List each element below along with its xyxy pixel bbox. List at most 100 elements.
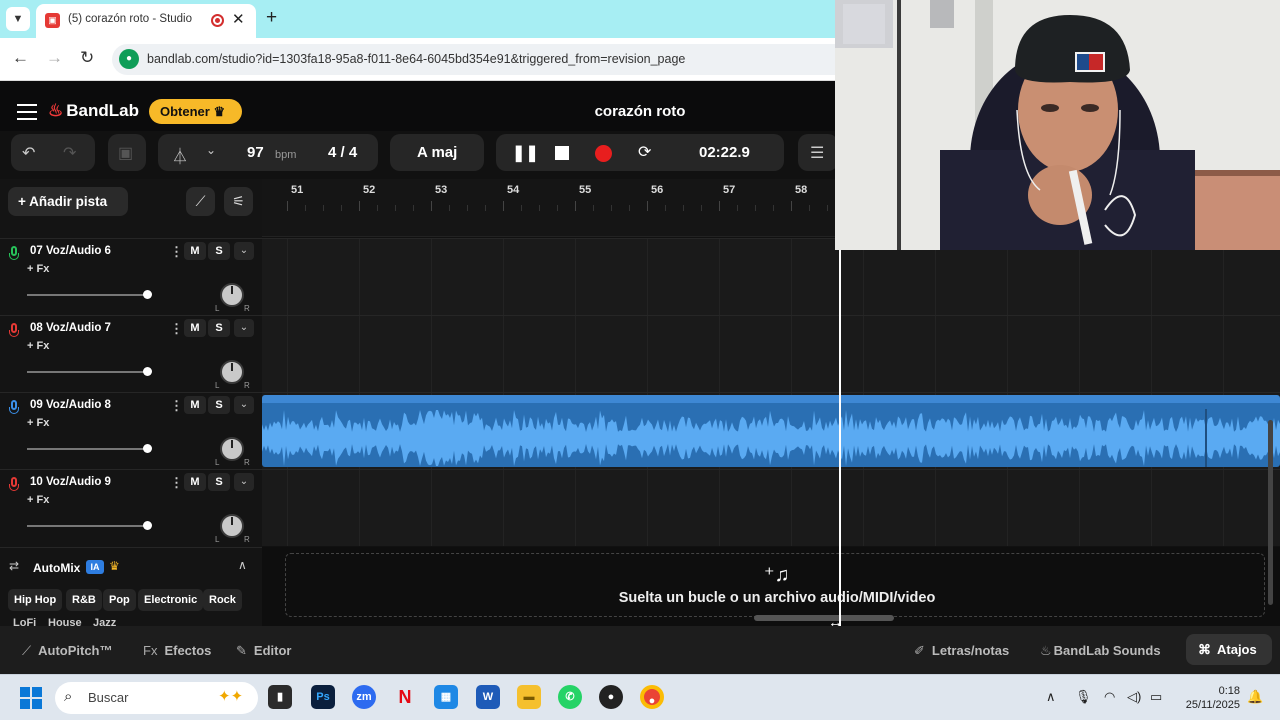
letras-button[interactable]: ✐ Letras/notas — [914, 643, 1009, 659]
add-fx-button[interactable]: + Fx — [27, 494, 49, 506]
new-tab-icon[interactable]: + — [266, 7, 277, 29]
track-options-icon[interactable]: ⋮ — [170, 244, 183, 260]
taskbar-search[interactable]: ⌕ Buscar ✦✦ — [55, 682, 258, 714]
windows-start-icon[interactable] — [20, 687, 42, 709]
genre-chip[interactable]: R&B — [66, 589, 102, 611]
horizontal-scrollbar[interactable] — [754, 615, 894, 621]
volume-slider-handle[interactable] — [143, 290, 152, 299]
mute-button[interactable]: M — [184, 319, 206, 337]
microphone-icon[interactable]: 🎙 — [1075, 689, 1092, 705]
collapse-chevron-icon[interactable]: ∧ — [238, 558, 247, 572]
efectos-button[interactable]: Fx Efectos — [143, 643, 211, 658]
pan-knob[interactable] — [220, 360, 244, 384]
track-name[interactable]: 10 Voz/Audio 9 — [30, 476, 111, 488]
tuner-icon[interactable]: ⟋ — [186, 187, 215, 216]
volume-slider[interactable] — [27, 371, 147, 373]
key-button[interactable]: A maj — [390, 134, 484, 171]
chrome-icon[interactable]: ● — [640, 685, 664, 709]
genre-chip[interactable]: Pop — [103, 589, 136, 611]
genre-chip[interactable]: Hip Hop — [8, 589, 63, 611]
stop-icon[interactable] — [555, 146, 569, 160]
browser-tab[interactable]: ▣ (5) corazón roto - Studio ✕ — [36, 4, 256, 38]
genre-chip[interactable]: Electronic — [138, 589, 204, 611]
mixer-button[interactable]: ☰ — [798, 134, 838, 171]
add-track-button[interactable]: + Añadir pista — [8, 187, 128, 216]
bandlab-logo[interactable]: ♨ BandLab — [48, 101, 139, 121]
save-icon[interactable]: ▣ — [118, 143, 133, 163]
reload-icon[interactable]: ↻ — [80, 48, 94, 68]
track-lane-08[interactable] — [262, 315, 1280, 392]
whatsapp-icon[interactable]: ✆ — [558, 685, 582, 709]
track-lane-09[interactable] — [262, 392, 1280, 469]
bandlab-sounds-button[interactable]: ♨ BandLab Sounds — [1040, 643, 1161, 659]
site-info-icon[interactable]: ● — [119, 49, 139, 69]
obtener-button[interactable]: Obtener ♛ — [149, 99, 242, 124]
battery-icon[interactable]: ▭ — [1150, 689, 1162, 705]
time-signature[interactable]: 4 / 4 — [328, 144, 357, 161]
track-options-icon[interactable]: ⋮ — [170, 398, 183, 414]
track-settings-icon[interactable]: ⚟ — [224, 187, 253, 216]
track-lane-10[interactable] — [262, 469, 1280, 546]
pan-knob[interactable] — [220, 283, 244, 307]
close-tab-icon[interactable]: ✕ — [232, 10, 245, 28]
pause-icon[interactable]: ❚❚ — [512, 143, 539, 163]
pan-knob[interactable] — [220, 514, 244, 538]
editor-button[interactable]: ✎ Editor — [236, 643, 291, 659]
vertical-scrollbar[interactable] — [1268, 420, 1273, 605]
mute-button[interactable]: M — [184, 473, 206, 491]
zoom-icon[interactable]: zm — [352, 685, 376, 709]
track-name[interactable]: 07 Voz/Audio 6 — [30, 245, 111, 257]
expand-track-chevron-icon[interactable]: ⌄ — [234, 242, 254, 260]
volume-slider-handle[interactable] — [143, 444, 152, 453]
volume-slider-handle[interactable] — [143, 367, 152, 376]
word-icon[interactable]: W — [476, 685, 500, 709]
bpm-value[interactable]: 97 — [247, 144, 264, 161]
hamburger-menu-icon[interactable] — [17, 104, 37, 125]
solo-button[interactable]: S — [208, 242, 230, 260]
mute-button[interactable]: M — [184, 242, 206, 260]
metronome-options-chevron-icon[interactable]: ⌄ — [206, 143, 216, 157]
track-name[interactable]: 08 Voz/Audio 7 — [30, 322, 111, 334]
track-header[interactable]: 10 Voz/Audio 9 + Fx ⋮ M S ⌄ L R — [0, 469, 262, 546]
pan-knob[interactable] — [220, 437, 244, 461]
add-fx-button[interactable]: + Fx — [27, 417, 49, 429]
volume-slider[interactable] — [27, 448, 147, 450]
file-explorer-icon[interactable]: ▬ — [517, 685, 541, 709]
undo-icon[interactable]: ↶ — [22, 143, 35, 163]
loop-icon[interactable]: ⟳ — [638, 142, 651, 162]
project-title[interactable]: corazón roto — [540, 103, 740, 120]
add-fx-button[interactable]: + Fx — [27, 340, 49, 352]
url-field[interactable]: ● bandlab.com/studio?id=1303fa18-95a8-f0… — [112, 44, 872, 75]
track-header[interactable]: 08 Voz/Audio 7 + Fx ⋮ M S ⌄ L R — [0, 315, 262, 392]
photoshop-icon[interactable]: Ps — [311, 685, 335, 709]
metronome-icon[interactable]: ⏃ — [172, 143, 188, 167]
autopitch-button[interactable]: ⟋ AutoPitch™ — [22, 643, 113, 659]
media-app-icon[interactable]: ● — [599, 685, 623, 709]
track-header[interactable]: 07 Voz/Audio 6 + Fx ⋮ M S ⌄ L R — [0, 238, 262, 315]
audio-clip[interactable] — [262, 395, 1280, 467]
volume-icon[interactable]: ◁) — [1127, 689, 1141, 705]
track-header[interactable]: 09 Voz/Audio 8 + Fx ⋮ M S ⌄ L R — [0, 392, 262, 469]
atajos-button[interactable]: ⌘ Atajos — [1186, 634, 1272, 665]
add-fx-button[interactable]: + Fx — [27, 263, 49, 275]
expand-track-chevron-icon[interactable]: ⌄ — [234, 319, 254, 337]
redo-icon[interactable]: ↷ — [63, 143, 76, 163]
taskbar-clock[interactable]: 0:18 25/11/2025 — [1180, 684, 1240, 712]
solo-button[interactable]: S — [208, 396, 230, 414]
mute-button[interactable]: M — [184, 396, 206, 414]
wifi-icon[interactable]: ◠ — [1104, 689, 1115, 705]
expand-track-chevron-icon[interactable]: ⌄ — [234, 473, 254, 491]
solo-button[interactable]: S — [208, 473, 230, 491]
track-options-icon[interactable]: ⋮ — [170, 321, 183, 337]
back-icon[interactable]: ← — [12, 48, 29, 68]
forward-icon[interactable]: → — [46, 48, 63, 68]
microsoft-store-icon[interactable]: ▦ — [434, 685, 458, 709]
expand-track-chevron-icon[interactable]: ⌄ — [234, 396, 254, 414]
volume-slider[interactable] — [27, 525, 147, 527]
solo-button[interactable]: S — [208, 319, 230, 337]
show-hidden-icons-chevron-icon[interactable]: ∧ — [1046, 689, 1056, 705]
record-icon[interactable] — [595, 145, 612, 162]
track-name[interactable]: 09 Voz/Audio 8 — [30, 399, 111, 411]
tab-list-dropdown-icon[interactable]: ▼ — [6, 7, 30, 31]
volume-slider-handle[interactable] — [143, 521, 152, 530]
